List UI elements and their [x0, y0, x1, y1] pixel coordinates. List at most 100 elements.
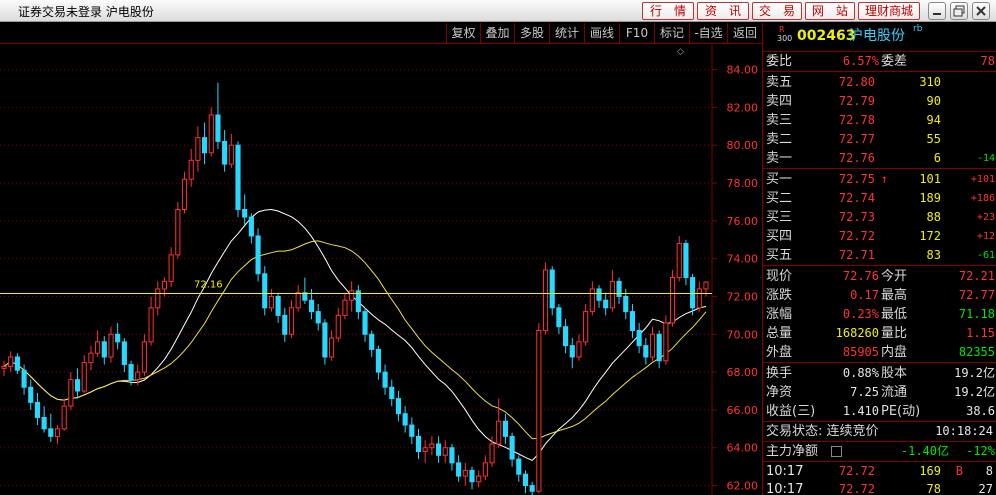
candle	[228, 133, 234, 168]
candle	[115, 322, 121, 350]
candlestick-chart[interactable]: 84.00 82.00 80.00 78.00 76.00 74.00 72.00 70.00…	[0, 45, 762, 495]
quote-value: 71.18	[958, 307, 995, 321]
restore-button[interactable]	[950, 2, 968, 20]
fundamental-row: 净资 7.25 流通 19.2亿	[763, 383, 996, 402]
toolbar-multi-stock-button[interactable]: 多股	[514, 23, 549, 43]
fundamental-label: 股本	[881, 366, 908, 381]
quote-value: 82355	[958, 345, 995, 359]
candle	[409, 417, 415, 444]
candle	[222, 130, 228, 172]
candle	[529, 481, 535, 495]
candle	[322, 319, 328, 365]
toolbar-mark-button[interactable]: 标记	[654, 23, 689, 43]
quote-label: 现价	[766, 269, 793, 284]
candle	[74, 368, 81, 399]
bid-level-volume: 172	[919, 229, 941, 243]
ask-level-row[interactable]: 卖四 72.79 90	[763, 92, 996, 111]
candle	[649, 326, 656, 361]
candle	[422, 440, 428, 463]
ask-level-row[interactable]: 卖三 72.78 94	[763, 111, 996, 130]
candle	[148, 296, 154, 346]
order-ratio-row: 委比 6.57% 委差 78	[763, 52, 996, 71]
nav-news-button[interactable]: 资 讯	[697, 2, 749, 20]
bid-level-price: 72.73	[838, 210, 875, 224]
ask-level-price: 72.77	[838, 132, 875, 146]
candle	[242, 194, 248, 225]
candle	[329, 330, 335, 361]
candle	[28, 379, 34, 410]
bid-level-volume: 88	[926, 210, 941, 224]
candle	[636, 322, 642, 354]
candle	[202, 122, 208, 165]
fundamental-row: 换手 0.88% 股本 19.2亿	[763, 364, 996, 383]
toolbar-draw-button[interactable]: 画线	[584, 23, 619, 43]
nav-market-button[interactable]: 行 情	[642, 2, 694, 20]
candle	[302, 277, 308, 305]
fundamental-value: 19.2亿	[954, 366, 995, 380]
candle	[295, 285, 301, 312]
bid-level-row[interactable]: 买二 72.74 189 +186	[763, 189, 996, 208]
quote-label: 最低	[881, 307, 908, 322]
stock-badge-bottom: 300	[777, 34, 793, 43]
candle	[54, 425, 61, 444]
ask-level-label: 卖二	[766, 132, 793, 147]
ask-level-price: 72.80	[838, 75, 875, 89]
stock-name-sup: rb	[913, 24, 923, 34]
toolbar-overlay-button[interactable]: 叠加	[480, 23, 514, 43]
quote-value: 1.15	[966, 326, 995, 340]
tick-price: 72.72	[838, 482, 875, 495]
bid-level-row[interactable]: 买五 72.71 83 -61	[763, 246, 996, 265]
candle	[643, 338, 649, 365]
stock-badge-top: R	[779, 25, 785, 34]
quote-row: 外盘 85905 内盘 82355	[763, 343, 996, 362]
candle	[175, 201, 181, 259]
minimize-button[interactable]	[928, 2, 946, 20]
fundamental-value: 0.88%	[842, 366, 879, 380]
toolbar-back-button[interactable]: 返回	[727, 23, 762, 43]
flow-detail-icon[interactable]	[831, 446, 842, 457]
main-flow-row[interactable]: 主力净额 -1.40亿 -12%	[763, 442, 996, 461]
nav-website-button[interactable]: 网 站	[805, 2, 855, 20]
candle	[482, 455, 488, 480]
candle	[442, 440, 448, 463]
candle	[589, 281, 595, 316]
candle	[522, 470, 529, 494]
candle	[1, 360, 7, 376]
close-button[interactable]	[972, 2, 990, 20]
nav-mall-button[interactable]: 理财商城	[858, 2, 920, 20]
candle	[275, 292, 281, 323]
ask-level-row[interactable]: 卖二 72.77 55	[763, 130, 996, 149]
toolbar-fuquan-button[interactable]: 复权	[446, 23, 480, 43]
ask-level-row[interactable]: 卖一 72.76 6 -14	[763, 149, 996, 168]
tick-time: 10:17	[766, 482, 804, 495]
quote-panel: R 300 002463 沪电股份 rb 委比 6.57% 委差 78 卖五 72…	[762, 23, 996, 495]
candle	[369, 330, 375, 357]
price-up-arrow-icon: ↑	[880, 172, 888, 186]
candle	[68, 372, 74, 410]
bid-level-label: 买三	[766, 210, 793, 225]
toolbar-stats-button[interactable]: 统计	[549, 23, 584, 43]
candle	[181, 171, 188, 214]
candle	[429, 436, 435, 456]
toolbar-f10-button[interactable]: F10	[619, 23, 654, 43]
bid-level-row[interactable]: 买四 72.72 172 +12	[763, 227, 996, 246]
ask-level-volume: 310	[919, 75, 941, 89]
minimize-icon	[933, 13, 941, 15]
fundamental-value: 38.6	[966, 404, 995, 418]
candle	[415, 428, 422, 460]
bid-level-row[interactable]: 买三 72.73 88 +23	[763, 208, 996, 227]
candle	[188, 148, 194, 187]
stock-header: R 300 002463 沪电股份 rb	[763, 24, 996, 49]
candle	[462, 462, 468, 486]
order-diff-label: 委差	[881, 54, 908, 69]
nav-trade-button[interactable]: 交 易	[752, 2, 802, 20]
y-tick-label: 66.00	[727, 404, 759, 417]
candle	[208, 107, 214, 157]
quote-row: 涨幅 0.23% 最低 71.18	[763, 305, 996, 324]
ask-level-row[interactable]: 卖五 72.80 310	[763, 73, 996, 92]
toolbar-watchlist-button[interactable]: -自选	[689, 23, 727, 43]
tick-side: B	[955, 464, 963, 478]
trading-status-row: 交易状态: 连续竞价 10:18:24	[763, 422, 996, 441]
bid-level-row[interactable]: 买一 72.75 ↑ 101 +101	[763, 170, 996, 189]
candle	[315, 304, 321, 331]
